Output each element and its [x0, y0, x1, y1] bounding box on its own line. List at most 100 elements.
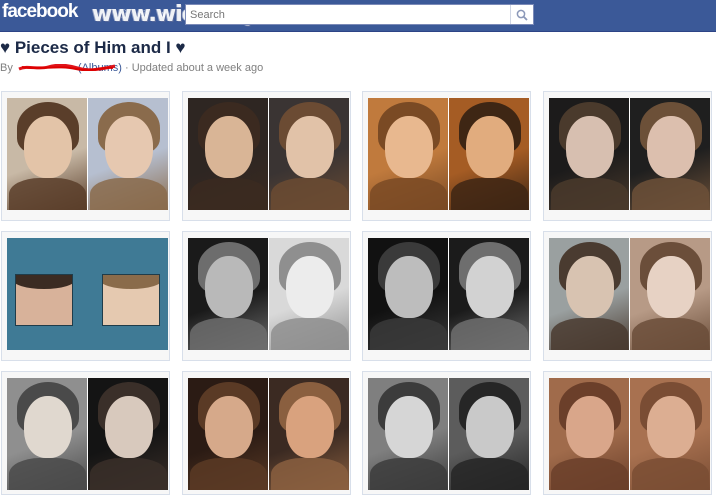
shoulders — [190, 318, 267, 350]
divider — [629, 238, 630, 350]
portrait-left — [188, 98, 269, 210]
divider — [448, 238, 449, 350]
shoulders — [632, 318, 709, 350]
divider — [629, 378, 630, 490]
author-name-redacted[interactable] — [16, 61, 116, 71]
portrait-right — [269, 98, 349, 210]
portrait-left — [368, 378, 449, 490]
shoulders — [632, 458, 709, 490]
updated-text: · Updated about a week ago — [121, 62, 264, 74]
portrait-left — [7, 98, 88, 210]
face — [205, 116, 253, 178]
face — [105, 116, 153, 178]
photo-image[interactable] — [368, 238, 529, 350]
portrait-right — [630, 378, 710, 490]
photo-thumbnail[interactable] — [543, 231, 712, 361]
shoulders — [9, 458, 86, 490]
portrait-left — [549, 378, 630, 490]
album-title: ♥ Pieces of Him and I ♥ — [0, 38, 186, 57]
shoulders — [271, 318, 348, 350]
portrait-right — [449, 98, 529, 210]
photo-image[interactable] — [549, 238, 710, 350]
face — [566, 396, 614, 458]
search-button[interactable] — [510, 5, 533, 24]
photo-thumbnail[interactable] — [543, 371, 712, 495]
face — [24, 396, 72, 458]
face — [286, 116, 334, 178]
face — [205, 396, 253, 458]
photo-image[interactable] — [7, 238, 168, 350]
portrait-right — [449, 378, 529, 490]
photo-thumbnail[interactable] — [182, 91, 351, 221]
face — [466, 256, 514, 318]
portrait-right — [630, 98, 710, 210]
face — [286, 256, 334, 318]
photo-image[interactable] — [7, 378, 168, 490]
photo-thumbnail[interactable] — [1, 231, 170, 361]
shoulders — [271, 458, 348, 490]
photo-thumbnail[interactable] — [1, 371, 170, 495]
portrait-left — [7, 378, 88, 490]
photo-image[interactable] — [368, 98, 529, 210]
photo-image[interactable] — [188, 378, 349, 490]
inset-portrait — [15, 274, 73, 326]
divider — [268, 238, 269, 350]
face — [105, 396, 153, 458]
portrait-left — [7, 238, 88, 350]
divider — [268, 98, 269, 210]
photo-image[interactable] — [188, 238, 349, 350]
search-box[interactable] — [185, 4, 534, 25]
divider — [268, 378, 269, 490]
portrait-right — [269, 238, 349, 350]
divider — [87, 98, 88, 210]
face — [24, 116, 72, 178]
photo-image[interactable] — [368, 378, 529, 490]
shoulders — [551, 458, 628, 490]
shoulders — [370, 318, 447, 350]
hair — [16, 275, 72, 289]
portrait-left — [368, 238, 449, 350]
photo-image[interactable] — [549, 98, 710, 210]
portrait-right — [630, 238, 710, 350]
portrait-left — [549, 238, 630, 350]
redaction-scribble — [18, 64, 116, 71]
photo-thumbnail[interactable] — [543, 91, 712, 221]
photo-thumbnail[interactable] — [182, 371, 351, 495]
face — [466, 116, 514, 178]
photo-image[interactable] — [7, 98, 168, 210]
face — [286, 396, 334, 458]
shoulders — [370, 178, 447, 210]
portrait-left — [368, 98, 449, 210]
photo-thumbnail[interactable] — [362, 371, 531, 495]
face — [647, 256, 695, 318]
photo-thumbnail[interactable] — [362, 231, 531, 361]
shoulders — [451, 458, 528, 490]
photo-grid — [0, 90, 716, 495]
portrait-right — [269, 378, 349, 490]
face — [566, 256, 614, 318]
top-bar: facebook ⚇ ✉ ● www.wiocha.pl — [0, 0, 716, 32]
shoulders — [551, 318, 628, 350]
search-input[interactable] — [186, 5, 510, 24]
shoulders — [9, 178, 86, 210]
face — [205, 256, 253, 318]
shoulders — [271, 178, 348, 210]
photo-thumbnail[interactable] — [1, 91, 170, 221]
face — [647, 396, 695, 458]
photo-image[interactable] — [549, 378, 710, 490]
divider — [448, 98, 449, 210]
photo-thumbnail[interactable] — [362, 91, 531, 221]
face — [466, 396, 514, 458]
portrait-right — [88, 98, 168, 210]
facebook-logo[interactable]: facebook — [2, 1, 78, 23]
shoulders — [90, 458, 167, 490]
face — [385, 256, 433, 318]
photo-thumbnail[interactable] — [182, 231, 351, 361]
photo-image[interactable] — [188, 98, 349, 210]
divider — [448, 378, 449, 490]
portrait-left — [188, 378, 269, 490]
face — [385, 396, 433, 458]
face — [385, 116, 433, 178]
portrait-right — [88, 378, 168, 490]
shoulders — [370, 458, 447, 490]
